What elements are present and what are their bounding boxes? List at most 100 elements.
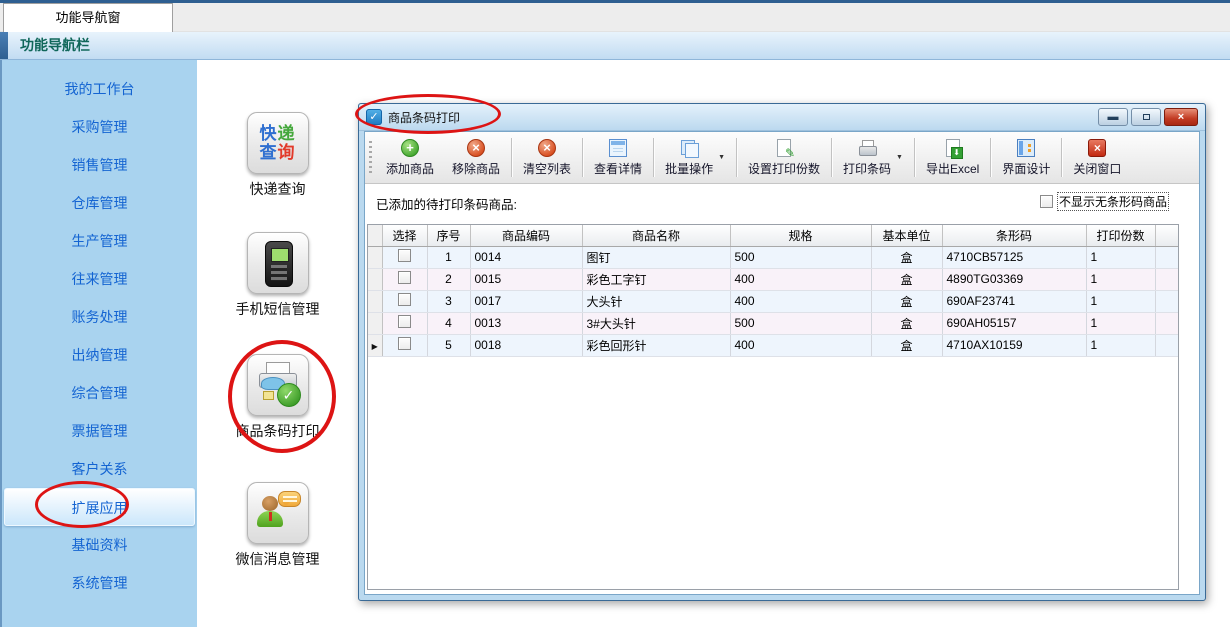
hide-no-barcode-label[interactable]: 不显示无条形码商品 [1057,192,1169,211]
row-selector-cell[interactable] [368,312,382,334]
row-selector-cell[interactable] [368,246,382,268]
barcode-print-button[interactable]: ✓ [247,354,309,416]
sidebar: 我的工作台采购管理销售管理仓库管理生产管理往来管理账务处理出纳管理综合管理票据管… [2,60,197,627]
cell-seq: 5 [427,334,470,356]
dropdown-arrow-icon[interactable]: ▼ [896,154,903,161]
toolbar-ui-design-button[interactable]: 界面设计 [993,132,1059,183]
cell-name: 彩色工字钉 [582,268,730,290]
person-part [262,496,278,511]
cell-barcode: 4710AX10159 [942,334,1086,356]
cell-unit: 盒 [871,290,942,312]
row-checkbox[interactable] [398,337,411,350]
toolbar-button-label: 批量操作 [665,160,713,177]
column-header[interactable]: 商品名称 [582,225,730,246]
toolbar: 添加商品移除商品清空列表查看详情批量操作 ▼ 设置打印份数打印条码 ▼ 导出Excel 界… [365,132,1199,184]
quick-item-sms-manage: 手机短信管理 [218,232,338,319]
sidebar-item[interactable]: 票据管理 [2,412,197,450]
sidebar-item[interactable]: 出纳管理 [2,336,197,374]
quick-item-label: 快递查询 [218,179,338,199]
close-window-icon [1088,139,1106,157]
toolbar-button-content: 批量操作 [665,139,713,177]
wechat-manage-button[interactable] [247,482,309,544]
express-query-button[interactable]: 快递查询 [247,112,309,174]
maximize-button[interactable] [1131,108,1161,126]
table-row[interactable]: 400133#大头针500盒690AH051571 [368,312,1178,334]
sms-manage-button[interactable] [247,232,309,294]
toolbar-button-label: 导出Excel [926,160,979,177]
table-row[interactable]: 10014图钉500盒4710CB571251 [368,246,1178,268]
toolbar-clear-list-button[interactable]: 清空列表 [514,132,580,183]
column-header[interactable]: 序号 [427,225,470,246]
minimize-button[interactable]: ▬ [1098,108,1128,126]
cell-seq: 3 [427,290,470,312]
column-header[interactable]: 规格 [730,225,871,246]
toolbar-set-copies-button[interactable]: 设置打印份数 [739,132,829,183]
row-checkbox[interactable] [398,249,411,262]
column-header[interactable]: 打印份数 [1086,225,1155,246]
toolbar-add-product-button[interactable]: 添加商品 [377,132,443,183]
column-header[interactable]: 基本单位 [871,225,942,246]
dialog-titlebar[interactable]: ✓ 商品条码打印 ▬ × [359,104,1205,131]
toolbar-view-detail-button[interactable]: 查看详情 [585,132,651,183]
dialog-body: 添加商品移除商品清空列表查看详情批量操作 ▼ 设置打印份数打印条码 ▼ 导出Excel 界… [364,131,1200,595]
cell-seq: 1 [427,246,470,268]
toolbar-export-excel-button[interactable]: 导出Excel [917,132,988,183]
sidebar-item[interactable]: 客户关系 [2,450,197,488]
toolbar-remove-product-button[interactable]: 移除商品 [443,132,509,183]
toolbar-grip[interactable] [369,141,372,174]
cell-unit: 盒 [871,312,942,334]
toolbar-button-content: 关闭窗口 [1073,139,1121,177]
table-header-row: 选择序号商品编码商品名称规格基本单位条形码打印份数 [368,225,1178,246]
table-row[interactable]: 30017大头针400盒690AF237411 [368,290,1178,312]
person-part [278,491,301,507]
express-query-text-row: 查询 [260,143,296,162]
toolbar-print-barcode-button[interactable]: 打印条码 ▼ [834,132,912,183]
toolbar-separator [1061,138,1062,177]
toolbar-close-window-button[interactable]: 关闭窗口 [1064,132,1130,183]
toolbar-separator [831,138,832,177]
column-header[interactable]: 商品编码 [470,225,582,246]
sidebar-item[interactable]: 往来管理 [2,260,197,298]
close-button[interactable]: × [1164,108,1198,126]
table-row[interactable]: 20015彩色工字钉400盒4890TG033691 [368,268,1178,290]
row-checkbox[interactable] [398,293,411,306]
person-part [269,512,272,521]
express-query-text-row: 快递 [260,124,296,143]
column-header[interactable]: 条形码 [942,225,1086,246]
cell-name: 彩色回形针 [582,334,730,356]
quick-item-barcode-print: ✓商品条码打印 [218,354,338,441]
remove-product-icon [467,139,485,157]
sidebar-item[interactable]: 系统管理 [2,564,197,602]
tab-function-nav[interactable]: 功能导航窗 [3,3,173,32]
row-selector-cell[interactable]: ▶ [368,334,382,356]
row-selector-cell[interactable] [368,268,382,290]
filler-header [1155,225,1178,246]
sidebar-item[interactable]: 仓库管理 [2,184,197,222]
column-header[interactable]: 选择 [382,225,427,246]
table-row[interactable]: ▶50018彩色回形针400盒4710AX101591 [368,334,1178,356]
sidebar-item[interactable]: 采购管理 [2,108,197,146]
cell-unit: 盒 [871,268,942,290]
hide-no-barcode-checkbox[interactable] [1040,195,1053,208]
toolbar-batch-ops-button[interactable]: 批量操作 ▼ [656,132,734,183]
sidebar-item[interactable]: 账务处理 [2,298,197,336]
cell-spec: 400 [730,268,871,290]
sidebar-item[interactable]: 生产管理 [2,222,197,260]
toolbar-separator [653,138,654,177]
sidebar-item[interactable]: 我的工作台 [2,70,197,108]
filler-cell [1155,312,1178,334]
toolbar-button-content: 界面设计 [1002,139,1050,177]
sidebar-item[interactable]: 综合管理 [2,374,197,412]
row-selector-cell[interactable] [368,290,382,312]
dropdown-arrow-icon[interactable]: ▼ [718,154,725,161]
hide-no-barcode-filter[interactable]: 不显示无条形码商品 [1040,192,1169,211]
toolbar-button-label: 打印条码 [843,160,891,177]
row-checkbox[interactable] [398,315,411,328]
sidebar-item[interactable]: 销售管理 [2,146,197,184]
cell-spec: 400 [730,290,871,312]
row-checkbox[interactable] [398,271,411,284]
sidebar-item[interactable]: 扩展应用 [4,488,195,526]
sidebar-item[interactable]: 基础资料 [2,526,197,564]
cell-barcode: 4890TG03369 [942,268,1086,290]
row-checkbox-cell [382,312,427,334]
